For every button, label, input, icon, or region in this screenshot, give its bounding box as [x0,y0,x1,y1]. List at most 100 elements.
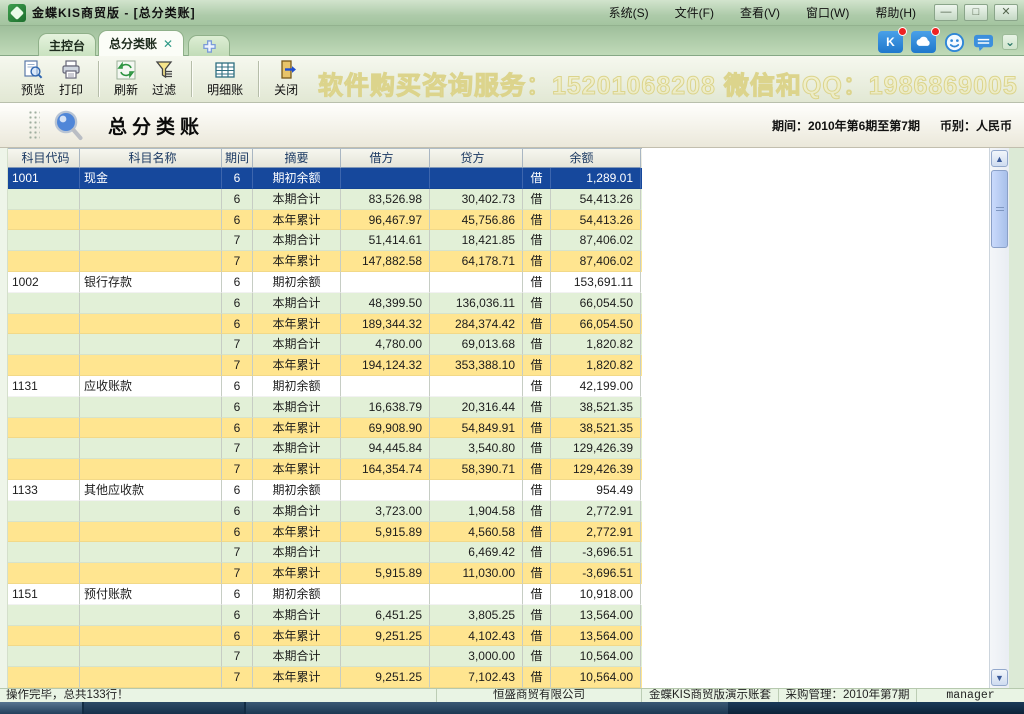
cell-period: 7 [222,459,253,480]
tab-close-icon[interactable]: ✕ [163,37,173,51]
cell-summary: 本年累计 [253,459,341,480]
table-row[interactable]: 1133 其他应收款 6 期初余额 借 954.49 [8,480,642,501]
notification-badge [931,27,940,36]
filter-label: 过滤 [152,81,176,98]
cell-summary: 本年累计 [253,210,341,231]
menu-view[interactable]: 查看(V) [740,4,780,21]
table-row[interactable]: 6 本期合计 48,399.50 136,036.11 借 66,054.50 [8,293,642,314]
close-view-button[interactable]: 关闭 [267,58,305,100]
printer-icon [60,60,82,80]
table-row[interactable]: 7 本年累计 147,882.58 64,178.71 借 87,406.02 [8,251,642,272]
table-row[interactable]: 6 本年累计 189,344.32 284,374.42 借 66,054.50 [8,314,642,335]
tab-general-ledger[interactable]: 总分类账 ✕ [98,30,184,56]
table-row[interactable]: 7 本年累计 194,124.32 353,388.10 借 1,820.82 [8,355,642,376]
scrollbar-thumb[interactable] [991,170,1008,248]
cell-balance: 129,426.39 [551,459,641,480]
scroll-down-icon[interactable]: ▼ [991,669,1008,686]
table-row[interactable]: 7 本期合计 51,414.61 18,421.85 借 87,406.02 [8,230,642,251]
new-tab-button[interactable] [188,35,230,56]
table-row[interactable]: 7 本期合计 6,469.42 借 -3,696.51 [8,542,642,563]
cell-credit: 64,178.71 [430,251,523,272]
cell-debit [341,168,430,189]
table-row[interactable]: 6 本年累计 69,908.90 54,849.91 借 38,521.35 [8,418,642,439]
period-label: 期间：2010年第6期至第7期 [772,117,920,134]
header-summary: 摘要 [253,149,341,168]
vertical-scrollbar[interactable]: ▲ ▼ [989,148,1009,688]
kingdee-k-icon[interactable]: K [878,31,903,53]
table-row[interactable]: 6 本期合计 83,526.98 30,402.73 借 54,413.26 [8,189,642,210]
print-button[interactable]: 打印 [52,58,90,100]
cell-summary: 本期合计 [253,334,341,355]
table-row[interactable]: 6 本年累计 5,915.89 4,560.58 借 2,772.91 [8,522,642,543]
cell-debit: 48,399.50 [341,293,430,314]
cell-debit [341,480,430,501]
cell-credit: 7,102.43 [430,667,523,688]
cell-period: 6 [222,480,253,501]
cell-account-name: 银行存款 [80,272,222,293]
detail-ledger-button[interactable]: 明细账 [200,58,250,100]
cell-balance: -3,696.51 [551,563,641,584]
cell-account-code [8,210,80,231]
cell-period: 6 [222,210,253,231]
taskbar[interactable] [0,702,1024,714]
maximize-button[interactable]: □ [964,4,988,21]
table-row[interactable]: 7 本期合计 4,780.00 69,013.68 借 1,820.82 [8,334,642,355]
cell-summary: 本期合计 [253,646,341,667]
refresh-button[interactable]: 刷新 [107,58,145,100]
table-row[interactable]: 7 本年累计 5,915.89 11,030.00 借 -3,696.51 [8,563,642,584]
cell-period: 7 [222,563,253,584]
menu-file[interactable]: 文件(F) [675,4,714,21]
table-row[interactable]: 6 本期合计 6,451.25 3,805.25 借 13,564.00 [8,605,642,626]
tab-console[interactable]: 主控台 [38,33,96,56]
message-icon[interactable] [973,33,994,52]
cell-direction: 借 [523,334,551,355]
table-row[interactable]: 1151 预付账款 6 期初余额 借 10,918.00 [8,584,642,605]
ledger-table: 科目代码 科目名称 期间 摘要 借方 贷方 余额 1001 现金 6 期初余额 … [8,148,642,688]
close-button[interactable]: ✕ [994,4,1018,21]
table-row[interactable]: 1131 应收账款 6 期初余额 借 42,199.00 [8,376,642,397]
cell-summary: 期初余额 [253,168,341,189]
collapse-chevron-icon[interactable]: ⌄ [1002,34,1018,50]
table-row[interactable]: 1002 银行存款 6 期初余额 借 153,691.11 [8,272,642,293]
cloud-sync-icon[interactable] [911,31,936,53]
cell-account-name: 应收账款 [80,376,222,397]
cell-summary: 本年累计 [253,251,341,272]
table-row[interactable]: 1001 现金 6 期初余额 借 1,289.01 [8,168,642,189]
scroll-up-icon[interactable]: ▲ [991,150,1008,167]
taskbar-segment[interactable] [0,702,82,714]
taskbar-segment[interactable] [84,702,244,714]
preview-button[interactable]: 预览 [14,58,52,100]
table-row[interactable]: 7 本年累计 9,251.25 7,102.43 借 10,564.00 [8,667,642,688]
cell-account-code: 1133 [8,480,80,501]
cell-direction: 借 [523,501,551,522]
cell-account-name: 现金 [80,168,222,189]
table-row[interactable]: 7 本期合计 3,000.00 借 10,564.00 [8,646,642,667]
smiley-icon[interactable] [944,32,965,53]
table-row[interactable]: 6 本年累计 96,467.97 45,756.86 借 54,413.26 [8,210,642,231]
table-row[interactable]: 6 本年累计 9,251.25 4,102.43 借 13,564.00 [8,626,642,647]
currency-label: 币别：人民币 [940,117,1012,134]
toolbar-separator [191,61,192,97]
print-label: 打印 [59,81,83,98]
cell-credit [430,480,523,501]
table-header-row: 科目代码 科目名称 期间 摘要 借方 贷方 余额 [8,148,642,168]
taskbar-segment[interactable] [728,702,1024,714]
taskbar-segment[interactable] [246,702,728,714]
table-row[interactable]: 6 本期合计 3,723.00 1,904.58 借 2,772.91 [8,501,642,522]
cell-period: 6 [222,605,253,626]
table-row[interactable]: 7 本期合计 94,445.84 3,540.80 借 129,426.39 [8,438,642,459]
minimize-button[interactable]: — [934,4,958,21]
cell-summary: 本期合计 [253,542,341,563]
tray-icons: K ⌄ [878,29,1018,55]
table-row[interactable]: 6 本期合计 16,638.79 20,316.44 借 38,521.35 [8,397,642,418]
cell-credit: 4,102.43 [430,626,523,647]
cell-period: 7 [222,355,253,376]
menu-system[interactable]: 系统(S) [609,4,649,21]
grid-body: 1001 现金 6 期初余额 借 1,289.01 6 本期合计 83,526.… [8,168,642,688]
cell-account-name [80,438,222,459]
menu-help[interactable]: 帮助(H) [875,4,916,21]
menu-window[interactable]: 窗口(W) [806,4,849,21]
table-row[interactable]: 7 本年累计 164,354.74 58,390.71 借 129,426.39 [8,459,642,480]
filter-button[interactable]: 过滤 [145,58,183,100]
cell-summary: 本年累计 [253,418,341,439]
